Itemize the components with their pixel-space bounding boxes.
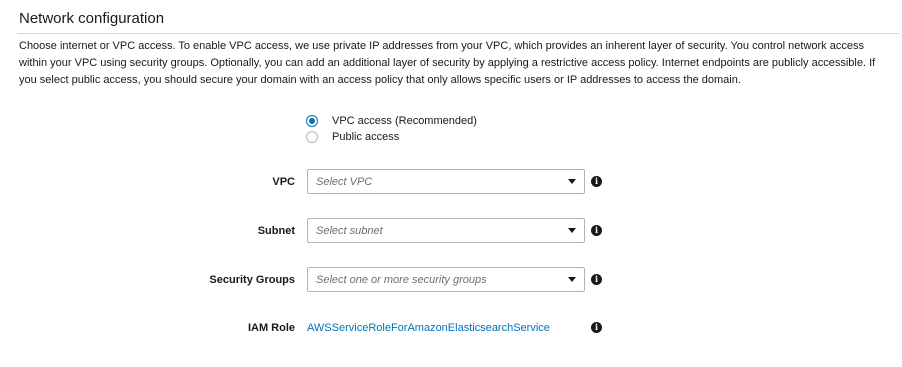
security-groups-select[interactable]: Select one or more security groups xyxy=(307,267,585,292)
section-description: Choose internet or VPC access. To enable… xyxy=(19,40,876,86)
vpc-info-icon[interactable]: i xyxy=(591,176,602,187)
caret-down-icon xyxy=(568,228,576,233)
vpc-select-placeholder: Select VPC xyxy=(316,176,373,188)
vpc-access-label: VPC access (Recommended) xyxy=(332,115,477,127)
public-access-radio[interactable] xyxy=(306,131,318,143)
iam-role-link[interactable]: AWSServiceRoleForAmazonElasticsearchServ… xyxy=(307,322,550,334)
iam-role-info-icon[interactable]: i xyxy=(591,322,602,333)
security-groups-select-placeholder: Select one or more security groups xyxy=(316,274,487,286)
section-title: Network configuration xyxy=(19,10,165,27)
vpc-label: VPC xyxy=(272,176,295,188)
public-access-label: Public access xyxy=(332,131,400,143)
public-access-option[interactable]: Public access xyxy=(306,129,477,145)
subnet-info-icon[interactable]: i xyxy=(591,225,602,236)
caret-down-icon xyxy=(568,277,576,282)
section-divider xyxy=(17,33,899,34)
vpc-select[interactable]: Select VPC xyxy=(307,169,585,194)
subnet-select[interactable]: Select subnet xyxy=(307,218,585,243)
vpc-access-option[interactable]: VPC access (Recommended) xyxy=(306,113,477,129)
subnet-select-placeholder: Select subnet xyxy=(316,225,383,237)
vpc-access-radio[interactable] xyxy=(306,115,318,127)
access-type-radio-group: VPC access (Recommended) Public access xyxy=(306,113,477,145)
security-groups-label: Security Groups xyxy=(209,274,295,286)
iam-role-label: IAM Role xyxy=(247,322,295,334)
security-groups-info-icon[interactable]: i xyxy=(591,274,602,285)
caret-down-icon xyxy=(568,179,576,184)
subnet-label: Subnet xyxy=(257,225,295,237)
